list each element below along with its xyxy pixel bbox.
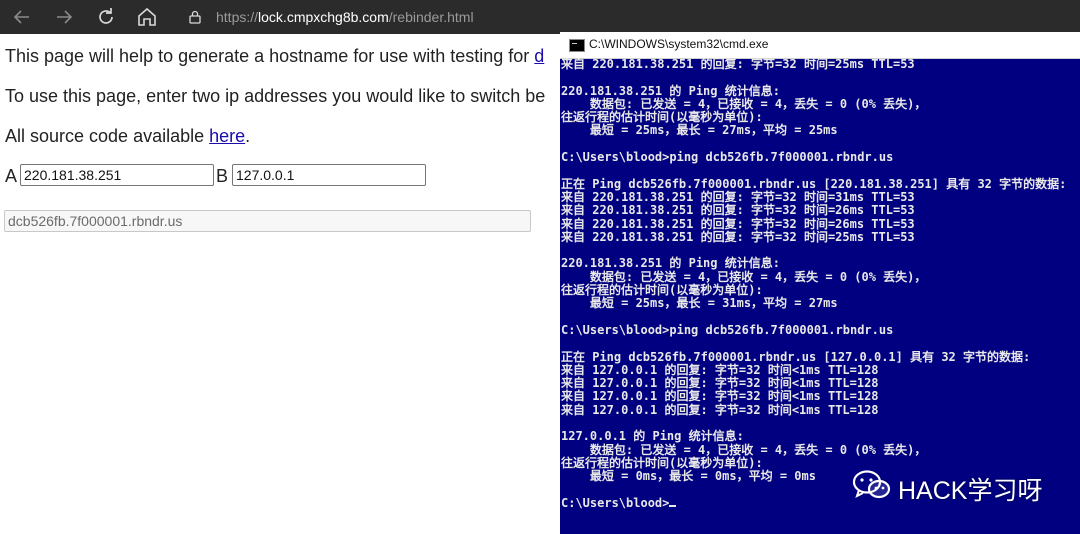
console-line: 正在 Ping dcb526fb.7f000001.rbndr.us [127.…: [561, 349, 1031, 364]
url-text: https://lock.cmpxchg8b.com/rebinder.html: [216, 9, 474, 25]
web-page: This page will help to generate a hostna…: [0, 34, 560, 534]
console-output: 来自 220.181.38.251 的回复: 字节=32 时间=25ms TTL…: [561, 58, 1079, 534]
ip-a-input[interactable]: [20, 164, 214, 186]
source-text: All source code available: [5, 126, 210, 146]
hostname-output[interactable]: [4, 210, 531, 232]
home-button[interactable]: [135, 5, 159, 29]
reload-button[interactable]: [94, 5, 118, 29]
lock-icon: [189, 10, 201, 24]
source-period: .: [245, 126, 251, 146]
browser-toolbar: https://lock.cmpxchg8b.com/rebinder.html: [0, 0, 1080, 34]
console-line: 最短 = 25ms，最长 = 27ms，平均 = 25ms: [561, 123, 838, 138]
ip-a-label: A: [5, 166, 18, 186]
console-line: 正在 Ping dcb526fb.7f000001.rbndr.us [220.…: [561, 176, 1067, 191]
home-icon: [138, 7, 156, 26]
watermark-text: HACK学习呀: [898, 477, 1043, 505]
console-line: 来自 220.181.38.251 的回复: 字节=32 时间=26ms TTL…: [561, 203, 915, 218]
source-line: All source code available here.: [5, 126, 250, 147]
arrow-right-icon: [57, 10, 73, 24]
instructions-line: To use this page, enter two ip addresses…: [5, 86, 545, 107]
wechat-icon: [852, 470, 891, 499]
console-line: 来自 220.181.38.251 的回复: 字节=32 时间=25ms TTL…: [561, 229, 915, 244]
back-button[interactable]: [10, 5, 34, 29]
intro-link[interactable]: d: [534, 46, 544, 66]
cmd-title-bar[interactable]: C:\WINDOWS\system32\cmd.exe: [560, 32, 1080, 59]
ip-b-label: B: [216, 166, 229, 186]
watermark: HACK学习呀: [850, 466, 1080, 506]
url-prefix: https://: [216, 9, 259, 25]
instructions-text: To use this page, enter two ip addresses…: [5, 86, 546, 106]
console-line: 220.181.38.251 的 Ping 统计信息:: [561, 83, 780, 98]
url-path: /rebinder.html: [388, 9, 474, 25]
intro-line: This page will help to generate a hostna…: [5, 46, 544, 67]
intro-text: This page will help to generate a hostna…: [5, 46, 535, 66]
address-bar[interactable]: https://lock.cmpxchg8b.com/rebinder.html: [178, 4, 578, 30]
reload-icon: [99, 8, 113, 24]
console-line: 来自 220.181.38.251 的回复: 字节=32 时间=25ms TTL…: [561, 58, 915, 71]
console-line: 来自 127.0.0.1 的回复: 字节=32 时间<1ms TTL=128: [561, 389, 879, 404]
source-code-link[interactable]: here: [209, 126, 245, 146]
cmd-title: C:\WINDOWS\system32\cmd.exe: [589, 37, 769, 51]
console-line: C:\Users\blood>ping dcb526fb.7f000001.rb…: [561, 150, 894, 165]
console-line: 数据包: 已发送 = 4，已接收 = 4，丢失 = 0 (0% 丢失)，: [561, 442, 927, 457]
console-icon: [569, 39, 585, 52]
console-line: 来自 220.181.38.251 的回复: 字节=32 时间=26ms TTL…: [561, 216, 915, 231]
console-line: 127.0.0.1 的 Ping 统计信息:: [561, 429, 744, 444]
arrow-left-icon: [13, 10, 29, 24]
console-line: C:\Users\blood>ping dcb526fb.7f000001.rb…: [561, 322, 894, 337]
console-line: 最短 = 25ms，最长 = 31ms，平均 = 27ms: [561, 296, 838, 311]
url-host: lock.cmpxchg8b.com: [258, 9, 389, 25]
ip-b-input[interactable]: [232, 164, 426, 186]
console-line: 来自 127.0.0.1 的回复: 字节=32 时间<1ms TTL=128: [561, 402, 879, 417]
cmd-window[interactable]: C:\WINDOWS\system32\cmd.exe 来自 220.181.3…: [560, 32, 1080, 534]
forward-button[interactable]: [52, 5, 76, 29]
console-line: 220.181.38.251 的 Ping 统计信息:: [561, 256, 780, 271]
console-cursor: [669, 504, 677, 507]
